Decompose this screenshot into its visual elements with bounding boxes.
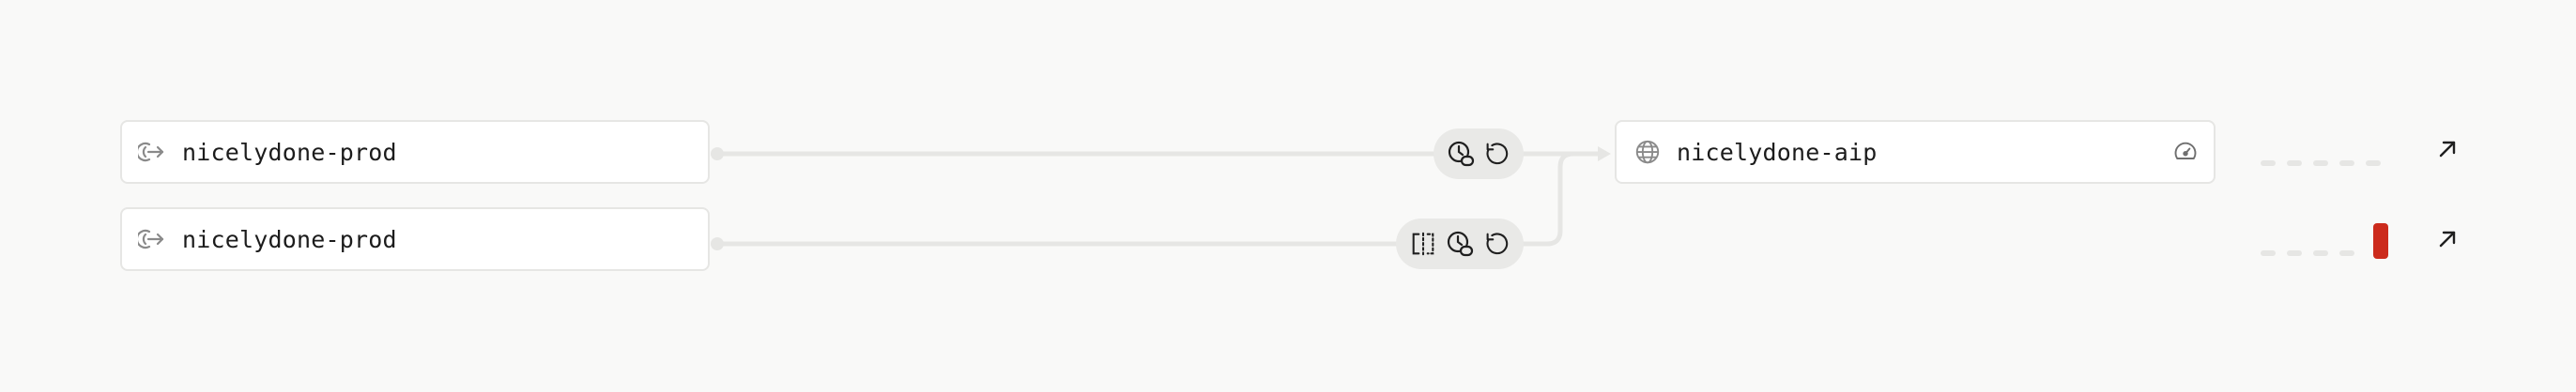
wire-start-dot (711, 237, 724, 250)
wire-row-2-merge (1521, 151, 1574, 247)
clock-badge-icon[interactable] (1443, 227, 1477, 261)
status-history-1 (2261, 160, 2381, 166)
gauge-icon[interactable] (2170, 137, 2200, 167)
status-tick (2339, 160, 2354, 166)
split-view-icon[interactable] (1406, 227, 1440, 261)
egress-icon (137, 223, 169, 255)
connection-controls-1 (1434, 128, 1524, 179)
status-history-2 (2261, 250, 2354, 256)
source-node-2[interactable]: nicelydone-prod (120, 207, 710, 271)
wire-arrowhead (1598, 146, 1611, 161)
wire-start-dot (711, 147, 724, 160)
status-tick (2313, 250, 2328, 256)
source-node-name: nicelydone-prod (182, 138, 397, 166)
connector-wires (711, 146, 1611, 250)
status-tick (2287, 160, 2302, 166)
refresh-icon[interactable] (1480, 227, 1513, 261)
source-node-name: nicelydone-prod (182, 225, 397, 253)
status-tick (2261, 250, 2276, 256)
egress-icon (137, 136, 169, 168)
status-tick (2287, 250, 2302, 256)
refresh-icon[interactable] (1480, 137, 1513, 171)
status-tick (2339, 250, 2354, 256)
status-tick (2366, 160, 2381, 166)
target-node[interactable]: nicelydone-aip (1615, 120, 2216, 184)
target-node-name: nicelydone-aip (1677, 138, 1878, 166)
clock-badge-icon[interactable] (1444, 137, 1478, 171)
connection-controls-2 (1396, 219, 1524, 269)
open-external-icon[interactable] (2429, 130, 2466, 168)
status-tick (2313, 160, 2328, 166)
routing-canvas: nicelydone-prod nicelydone-prod nicelydo… (0, 0, 2576, 392)
source-node-1[interactable]: nicelydone-prod (120, 120, 710, 184)
error-status-bar (2373, 223, 2388, 259)
open-external-icon[interactable] (2429, 220, 2466, 258)
status-tick (2261, 160, 2276, 166)
globe-icon (1632, 136, 1664, 168)
